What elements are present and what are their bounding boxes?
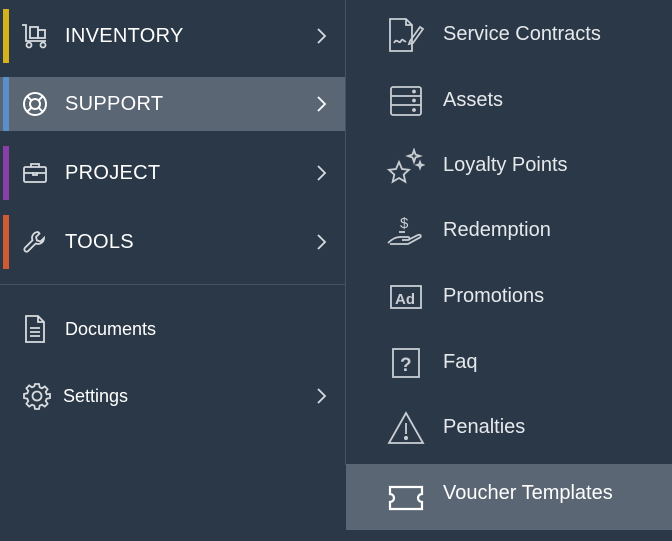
ad-badge-icon: Ad xyxy=(386,279,426,315)
submenu-item-label: Redemption xyxy=(443,219,551,241)
submenu-item-assets[interactable]: Assets xyxy=(346,70,672,130)
chevron-right-icon xyxy=(317,234,327,250)
submenu-item-label: Promotions xyxy=(443,285,545,307)
submenu-item-label: Penalties xyxy=(443,416,526,438)
submenu-item-label: Loyalty Points xyxy=(443,154,568,176)
warning-triangle-icon xyxy=(386,410,426,446)
chevron-right-icon xyxy=(317,28,327,44)
document-icon xyxy=(20,314,50,344)
svg-text:$: $ xyxy=(400,215,409,232)
nav-item-label: Settings xyxy=(63,386,129,406)
submenu-item-loyalty-points[interactable]: Loyalty Points xyxy=(346,135,672,195)
ticket-icon xyxy=(386,480,426,516)
submenu-item-promotions[interactable]: Ad Promotions xyxy=(346,266,672,326)
nav-item-support[interactable]: SUPPORT xyxy=(0,77,345,131)
nav-item-project[interactable]: PROJECT xyxy=(0,146,345,200)
submenu-item-voucher-templates[interactable]: Voucher Templates xyxy=(346,464,672,530)
nav-item-label: SUPPORT xyxy=(65,93,164,115)
accent-bar xyxy=(3,215,9,269)
submenu-item-label: Assets xyxy=(443,89,504,111)
chevron-right-icon xyxy=(317,96,327,112)
submenu-item-service-contracts[interactable]: Service Contracts xyxy=(346,4,672,64)
nav-item-tools[interactable]: TOOLS xyxy=(0,215,345,269)
server-stack-icon xyxy=(386,83,426,119)
svg-text:Ad: Ad xyxy=(395,291,415,308)
submenu-item-penalties[interactable]: Penalties xyxy=(346,397,672,457)
submenu-item-redemption[interactable]: $ Redemption xyxy=(346,200,672,260)
submenu-item-label: Service Contracts xyxy=(443,23,601,45)
wrench-icon xyxy=(20,228,50,256)
sparkle-stars-icon xyxy=(386,148,426,184)
submenu-item-label: Voucher Templates xyxy=(443,482,613,504)
briefcase-icon xyxy=(20,159,50,187)
question-box-icon: ? xyxy=(386,345,426,381)
nav-item-label: INVENTORY xyxy=(65,25,184,47)
accent-bar xyxy=(3,9,9,63)
submenu-item-faq[interactable]: ? Faq xyxy=(346,332,672,392)
accent-bar xyxy=(3,77,9,131)
hand-dollar-icon: $ xyxy=(386,213,426,249)
nav-item-settings[interactable]: Settings xyxy=(0,371,345,421)
support-submenu: Service Contracts Assets Loyalty Points xyxy=(346,0,672,541)
submenu-item-label: Faq xyxy=(443,351,478,373)
divider xyxy=(0,284,345,285)
chevron-right-icon xyxy=(317,388,327,404)
chevron-right-icon xyxy=(317,165,327,181)
lifebuoy-icon xyxy=(20,90,50,118)
dolly-cart-icon xyxy=(20,22,50,50)
nav-item-label: PROJECT xyxy=(65,162,161,184)
nav-item-label: Documents xyxy=(65,319,157,339)
svg-text:?: ? xyxy=(400,355,412,376)
contract-signature-icon xyxy=(386,17,426,53)
nav-item-label: TOOLS xyxy=(65,231,134,253)
nav-item-inventory[interactable]: INVENTORY xyxy=(0,9,345,63)
main-navigation: INVENTORY SUPPORT PROJECT TOOLS Document… xyxy=(0,0,345,541)
gear-icon xyxy=(22,381,52,411)
accent-bar xyxy=(3,146,9,200)
nav-item-documents[interactable]: Documents xyxy=(0,304,345,354)
